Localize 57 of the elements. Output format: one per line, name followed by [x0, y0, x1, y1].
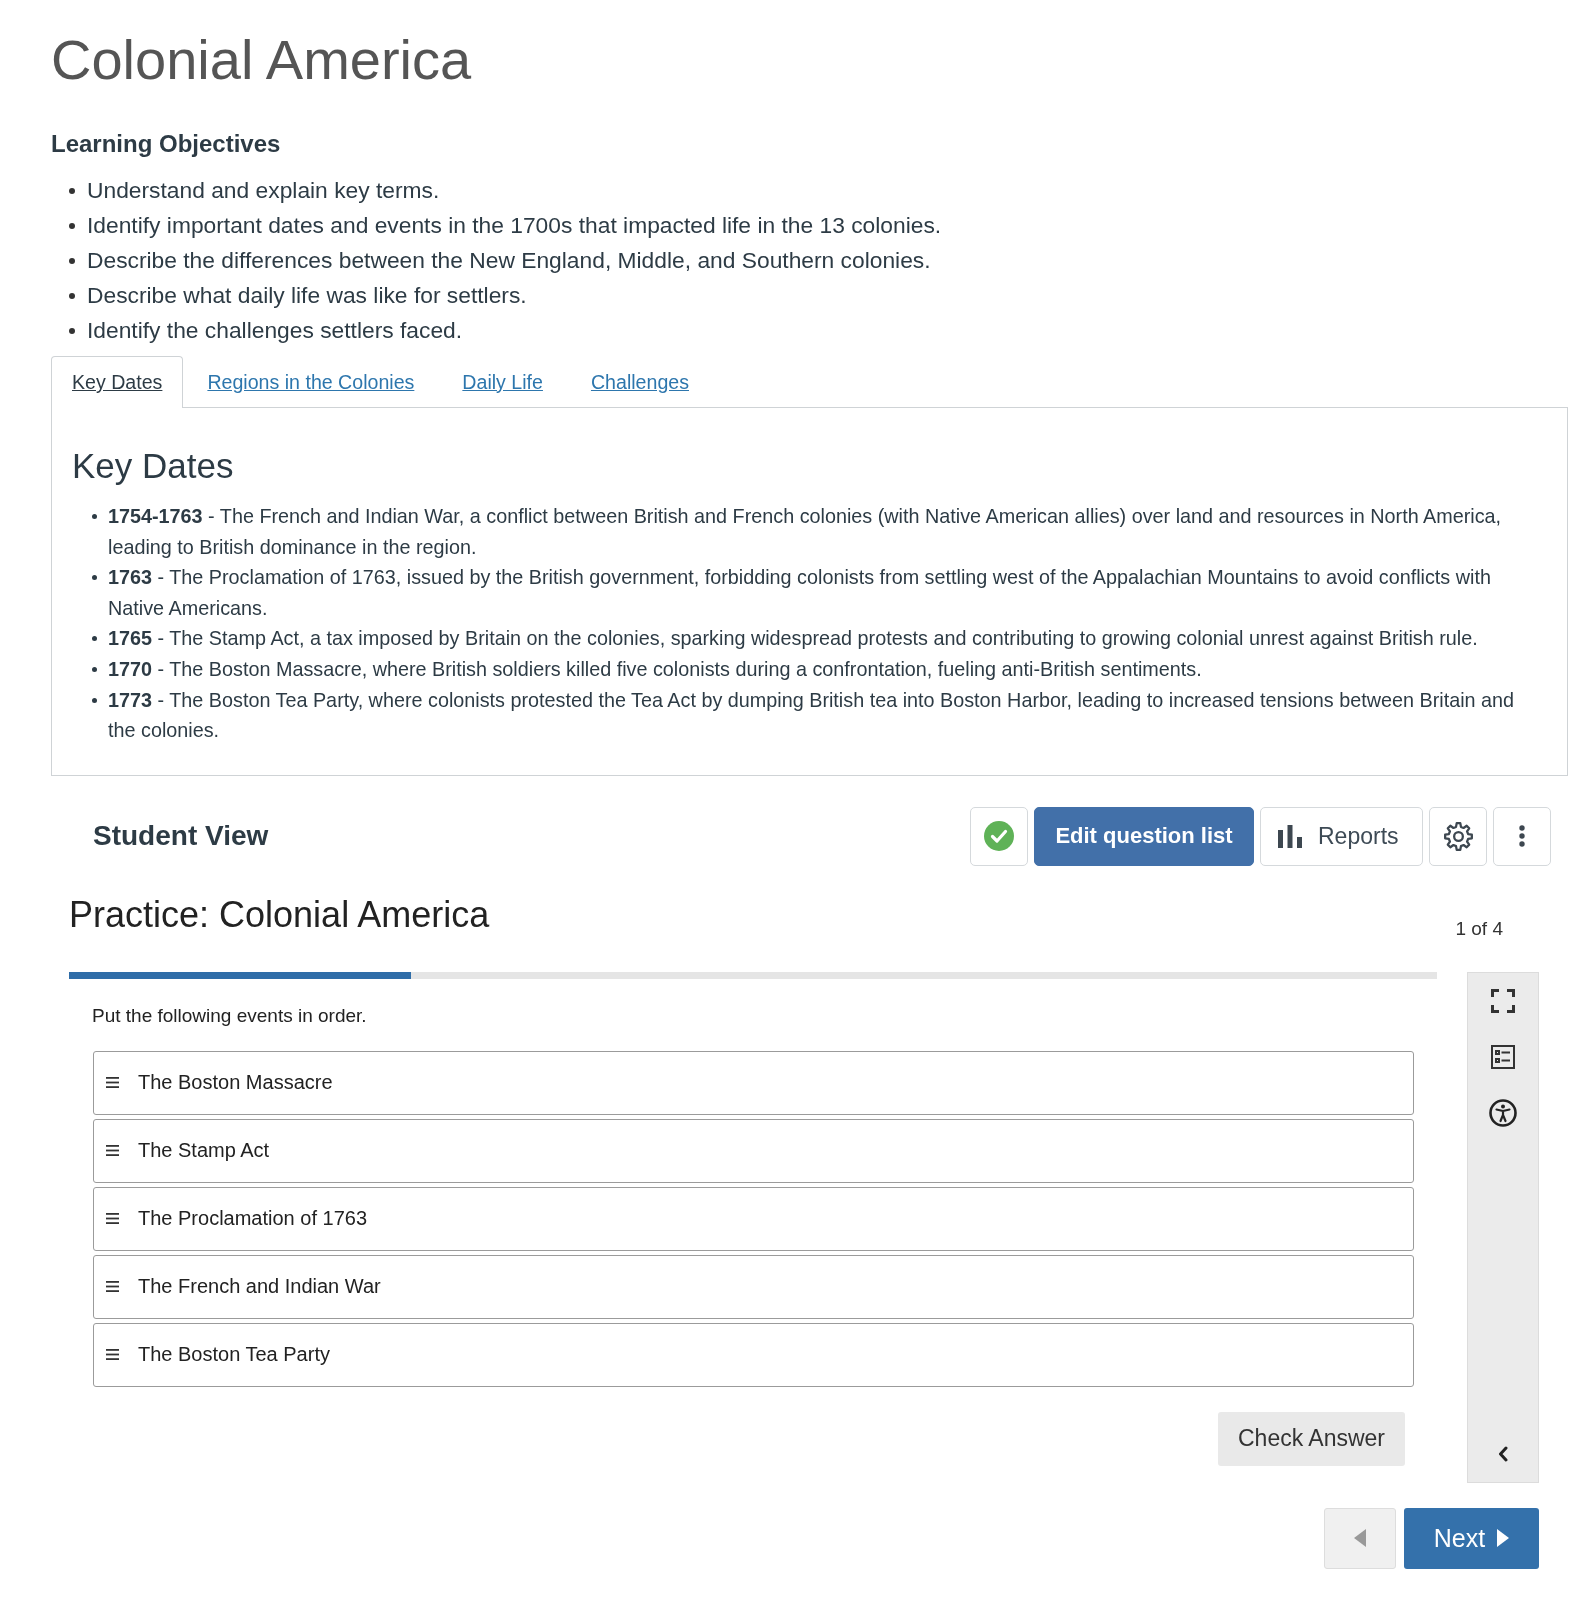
bullet-icon	[92, 575, 97, 581]
list-icon[interactable]	[1491, 1044, 1515, 1069]
question-prompt: Put the following events in order.	[92, 1003, 368, 1028]
status-button[interactable]	[970, 806, 1028, 866]
tab[interactable]: Daily Life	[438, 356, 567, 407]
question-counter: 1 of 4	[1455, 916, 1503, 941]
sortable-item[interactable]: The Boston Massacre	[93, 1050, 1414, 1115]
drag-handle-icon[interactable]	[106, 1281, 119, 1293]
objective-text: Understand and explain key terms.	[87, 176, 440, 205]
drag-handle-icon[interactable]	[106, 1213, 119, 1225]
sortable-item[interactable]: The Boston Tea Party	[93, 1322, 1414, 1387]
bullet-icon	[69, 292, 75, 299]
bullet-icon	[69, 187, 75, 194]
drag-handle-icon[interactable]	[106, 1349, 119, 1361]
date-entry: 1770 - The Boston Massacre, where British soldiers killed five colonists during a confrontation, fueling anti-British sentiments.	[108, 656, 1202, 682]
reports-button[interactable]: Reports	[1260, 806, 1423, 866]
bar-chart-icon	[1278, 824, 1302, 848]
more-button[interactable]	[1493, 806, 1551, 866]
sortable-item[interactable]: The French and Indian War	[93, 1254, 1414, 1319]
objective-text: Identify the challenges settlers faced.	[87, 316, 463, 345]
chevron-left-icon[interactable]	[1498, 1445, 1508, 1462]
tab[interactable]: Regions in the Colonies	[183, 356, 439, 407]
more-icon	[1519, 825, 1525, 848]
sortable-item[interactable]: The Stamp Act	[93, 1118, 1414, 1183]
caret-right-icon	[1497, 1529, 1510, 1548]
bullet-icon	[92, 697, 97, 703]
objective-text: Identify important dates and events in the 1700s that impacted life in the 13 colonies.	[87, 211, 942, 240]
sortable-item[interactable]: The Proclamation of 1763	[93, 1186, 1414, 1251]
objective-text: Describe what daily life was like for settlers.	[87, 281, 527, 310]
drag-handle-icon[interactable]	[106, 1145, 119, 1157]
view-title: Student View	[93, 820, 269, 853]
section-heading: Learning Objectives	[51, 129, 282, 159]
date-entry: 1763 - The Proclamation of 1763, issued by the British government, forbidding colonists from settling west of the Appalachian Mountains to avoid conflicts with Native Americans.	[108, 565, 1492, 621]
check-circle-icon	[984, 821, 1014, 852]
objective-text: Describe the differences between the New England, Middle, and Southern colonies.	[87, 246, 931, 275]
date-entry: 1765 - The Stamp Act, a tax imposed by Britain on the colonies, sparking widespread protests and contributing to growing colonial unrest against British rule.	[108, 626, 1478, 652]
bullet-icon	[69, 257, 75, 264]
date-entry: 1754-1763 - The French and Indian War, a conflict between British and French colonies (with Native American allies) over land and resources in North America, leading to British dominance in the region.	[108, 504, 1503, 560]
check-answer-button[interactable]: Check Answer	[1218, 1411, 1405, 1466]
page-title: Colonial America	[51, 27, 473, 93]
bullet-icon	[69, 327, 75, 334]
bullet-icon	[92, 514, 97, 519]
settings-icon	[1443, 821, 1473, 851]
bullet-icon	[69, 222, 75, 229]
date-entry: 1773 - The Boston Tea Party, where colonists protested the Tea Act by dumping British tea into Boston Harbor, leading to increased tensions between Britain and the colonies.	[108, 687, 1516, 744]
tab[interactable]: Challenges	[566, 356, 713, 407]
bullet-icon	[92, 636, 97, 642]
next-button[interactable]: Next	[1404, 1507, 1539, 1569]
accessibility-icon[interactable]	[1489, 1098, 1517, 1127]
fullscreen-icon[interactable]	[1491, 988, 1515, 1013]
edit-button[interactable]: Edit question list	[1034, 806, 1254, 866]
panel-heading: Key Dates	[72, 445, 235, 487]
tab[interactable]: Key Dates	[51, 356, 184, 408]
settings-button[interactable]	[1429, 806, 1487, 866]
drag-handle-icon[interactable]	[106, 1077, 119, 1089]
quiz-title: Practice: Colonial America	[69, 892, 490, 937]
bullet-icon	[92, 666, 97, 672]
